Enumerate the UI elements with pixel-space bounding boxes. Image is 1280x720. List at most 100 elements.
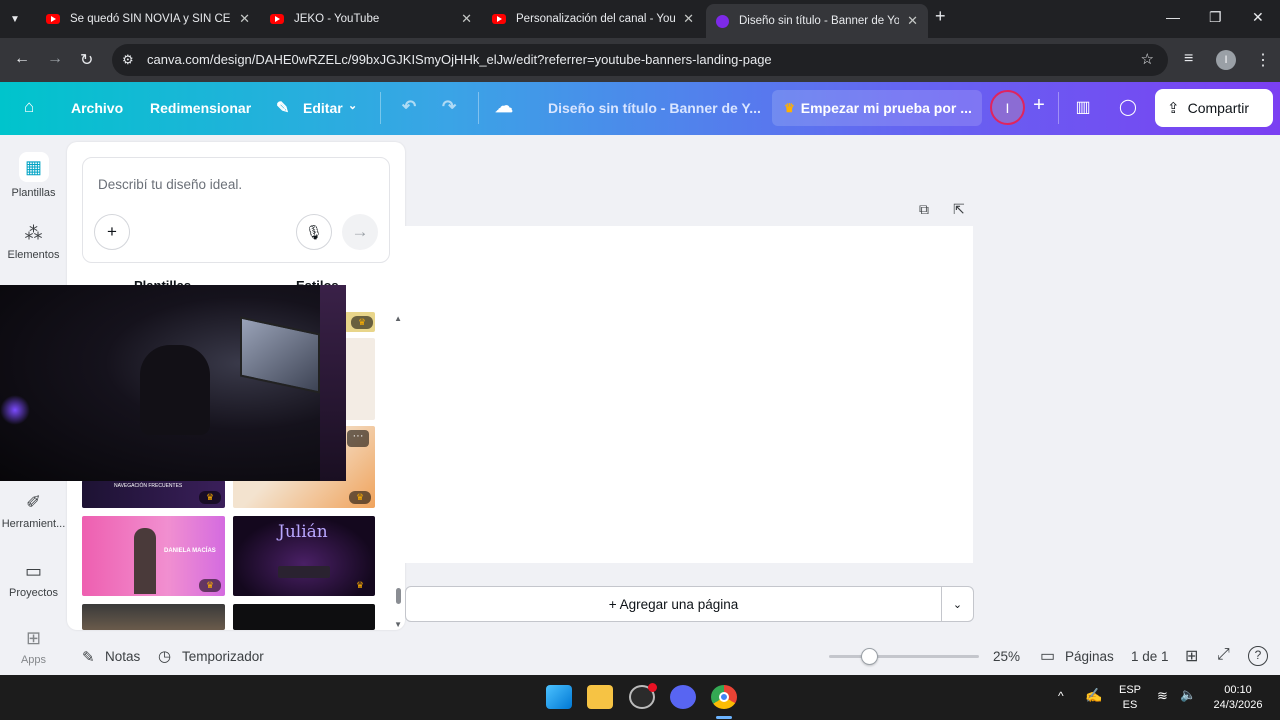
timer-icon[interactable]: ◷ xyxy=(158,647,171,665)
stage-shape xyxy=(278,566,330,578)
chrome-icon[interactable] xyxy=(711,685,737,709)
template-thumbnail[interactable]: ♛ xyxy=(345,312,375,332)
home-icon[interactable]: ⌂ xyxy=(24,97,34,117)
close-icon[interactable]: ✕ xyxy=(461,11,472,27)
pages-button[interactable]: Páginas xyxy=(1065,649,1114,664)
zoom-level[interactable]: 25% xyxy=(993,649,1020,664)
reload-icon[interactable]: ↻ xyxy=(80,50,93,70)
add-page-dropdown[interactable]: ⌄ xyxy=(942,586,974,622)
pencil-icon: ✎ xyxy=(276,100,290,117)
bookmark-star-icon[interactable]: ☆ xyxy=(1141,50,1154,68)
close-window-button[interactable]: ✕ xyxy=(1252,9,1264,26)
describe-design-box[interactable]: Describí tu diseño ideal. + 🎙 → xyxy=(82,157,390,263)
chrome-center xyxy=(719,692,729,702)
new-tab-button[interactable]: + xyxy=(935,6,946,27)
volume-icon[interactable]: 🔈 xyxy=(1180,687,1196,703)
divider xyxy=(1058,92,1059,124)
discord-icon[interactable] xyxy=(670,685,696,709)
minimize-button[interactable]: — xyxy=(1166,9,1180,25)
zoom-slider-knob[interactable] xyxy=(861,648,878,665)
comment-icon[interactable]: ◯ xyxy=(1112,97,1144,119)
describe-input[interactable]: Describí tu diseño ideal. xyxy=(98,177,242,192)
tab-canva-design[interactable]: Diseño sin título - Banner de YouTube ✕ xyxy=(706,4,928,38)
back-icon[interactable]: ← xyxy=(14,50,30,68)
clock[interactable]: 00:10 24/3/2026 xyxy=(1205,684,1271,711)
sidebar-item-apps[interactable]: ⊞ Apps xyxy=(0,628,67,666)
more-options-icon[interactable]: ··· xyxy=(347,430,369,447)
person-figure xyxy=(134,528,156,594)
youtube-icon xyxy=(46,14,60,24)
submit-arrow-button[interactable]: → xyxy=(342,214,378,250)
tab-channel-customization[interactable]: Personalización del canal - YouTube ✕ xyxy=(482,6,704,32)
scroll-up-icon[interactable]: ▲ xyxy=(394,314,402,323)
obs-icon[interactable] xyxy=(629,683,657,709)
cloud-saved-icon[interactable]: ☁ xyxy=(495,96,513,117)
template-thumbnail[interactable] xyxy=(345,338,375,420)
templates-icon: ▦ xyxy=(18,152,49,182)
file-menu-button[interactable]: Archivo xyxy=(71,100,123,116)
design-title[interactable]: Diseño sin título - Banner de Y... xyxy=(548,100,761,116)
insights-chart-icon[interactable]: ▥ xyxy=(1067,97,1099,119)
tray-overflow-icon[interactable]: ^ xyxy=(1058,689,1064,703)
forward-icon[interactable]: → xyxy=(47,50,63,68)
microphone-button[interactable]: 🎙 xyxy=(296,214,332,250)
browser-menu-icon[interactable]: ⋮ xyxy=(1255,50,1271,70)
undo-icon[interactable]: ↶ xyxy=(402,97,416,117)
site-settings-icon[interactable]: ⚙ xyxy=(122,52,134,68)
design-canvas[interactable] xyxy=(405,226,973,563)
sidebar-item-templates[interactable]: ▦ Plantillas xyxy=(0,152,67,199)
file-explorer-icon[interactable] xyxy=(587,685,613,709)
tab-jeko-youtube[interactable]: JEKO - YouTube ✕ xyxy=(260,6,482,32)
sidebar-item-tools[interactable]: ✐ Herramient... xyxy=(0,492,67,530)
chevron-down-icon[interactable]: ⌄ xyxy=(348,99,357,112)
close-icon[interactable]: ✕ xyxy=(907,13,918,29)
panel-scrollbar[interactable] xyxy=(396,588,401,604)
sidebar-item-label: Plantillas xyxy=(11,187,56,199)
zoom-slider-track[interactable] xyxy=(829,655,979,658)
address-bar[interactable]: ⚙ canva.com/design/DAHE0wRZELc/99bxJGJKI… xyxy=(112,44,1168,76)
scroll-down-icon[interactable]: ▼ xyxy=(394,620,402,629)
fullscreen-icon[interactable]: ⤢ xyxy=(1217,646,1230,664)
timer-button[interactable]: Temporizador xyxy=(182,649,264,664)
resize-button[interactable]: Redimensionar xyxy=(150,100,251,116)
edit-mode-button[interactable]: Editar xyxy=(303,100,343,116)
close-icon[interactable]: ✕ xyxy=(239,11,250,27)
url-text[interactable]: canva.com/design/DAHE0wRZELc/99bxJGJKISm… xyxy=(147,52,772,67)
sidebar-item-elements[interactable]: ⁂ Elementos xyxy=(0,223,67,261)
media-control-icon[interactable]: ≡ xyxy=(1184,50,1193,68)
template-thumbnail[interactable] xyxy=(82,604,225,630)
add-page-button[interactable]: + Agregar una página xyxy=(405,586,942,622)
pages-icon[interactable]: ▭ xyxy=(1040,646,1055,666)
tab-youtube-video[interactable]: Se quedó SIN NOVIA y SIN CEL ✕ xyxy=(36,6,260,32)
profile-avatar[interactable]: I xyxy=(1216,50,1236,70)
clock-date: 24/3/2026 xyxy=(1213,699,1263,711)
tab-search-button[interactable]: ▼ xyxy=(0,6,36,32)
template-thumbnail[interactable] xyxy=(233,604,375,630)
pen-tray-icon[interactable]: ✍ xyxy=(1085,687,1102,704)
user-avatar[interactable]: I xyxy=(990,90,1025,125)
notes-button[interactable]: Notas xyxy=(105,649,140,664)
add-collaborator-icon[interactable]: + xyxy=(1023,94,1055,116)
share-label: Compartir xyxy=(1187,100,1250,116)
tab-title: Se quedó SIN NOVIA y SIN CEL xyxy=(70,13,232,25)
restore-button[interactable]: ❐ xyxy=(1209,9,1222,26)
add-page-icon[interactable]: ⇱ xyxy=(953,201,965,218)
language-indicator[interactable]: ESP ES xyxy=(1118,684,1142,711)
address-bar-row: ← → ↻ ⚙ canva.com/design/DAHE0wRZELc/99b… xyxy=(0,38,1280,82)
start-menu-icon[interactable] xyxy=(546,685,572,709)
wifi-icon[interactable]: ≋ xyxy=(1157,688,1168,704)
redo-icon[interactable]: ↷ xyxy=(442,97,456,117)
share-button[interactable]: ⇪ Compartir xyxy=(1155,89,1273,127)
help-icon[interactable]: ? xyxy=(1248,646,1268,666)
add-attachment-button[interactable]: + xyxy=(94,214,130,250)
grid-view-icon[interactable]: ⊞ xyxy=(1185,646,1198,666)
start-trial-button[interactable]: ♛ Empezar mi prueba por ... xyxy=(772,90,982,126)
sidebar-item-projects[interactable]: ▭ Proyectos xyxy=(0,561,67,599)
duplicate-page-icon[interactable]: ⧉ xyxy=(919,201,929,218)
template-thumbnail[interactable]: NAVEGACIÓN FRECUENTES ♛ xyxy=(82,480,225,508)
template-thumbnail[interactable]: Julián ♛ xyxy=(233,516,375,596)
notes-icon[interactable]: ✎ xyxy=(82,648,95,666)
template-thumbnail[interactable]: DANIELA MACÍAS ♛ xyxy=(82,516,225,596)
close-icon[interactable]: ✕ xyxy=(683,11,694,27)
elements-icon: ⁂ xyxy=(24,223,43,243)
